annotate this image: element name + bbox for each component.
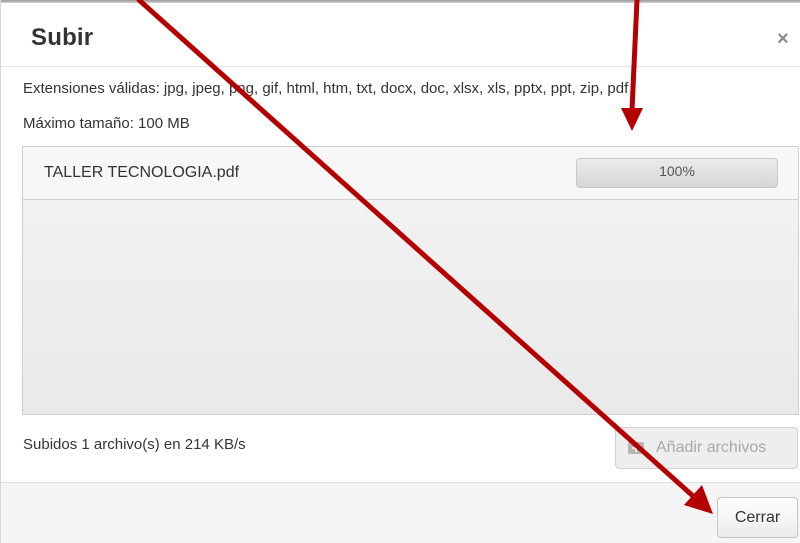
file-row: TALLER TECNOLOGIA.pdf 100% xyxy=(23,147,798,200)
upload-status-text: Subidos 1 archivo(s) en 214 KB/s xyxy=(23,436,246,453)
add-files-button[interactable]: Añadir archivos xyxy=(615,427,798,469)
valid-extensions-text: Extensiones válidas: jpg, jpeg, png, gif… xyxy=(23,80,629,97)
add-file-icon xyxy=(628,442,644,454)
upload-dialog: Subir × Extensiones válidas: jpg, jpeg, … xyxy=(0,0,800,543)
upload-progress-bar: 100% xyxy=(576,158,778,188)
progress-label: 100% xyxy=(659,163,695,179)
dialog-header: Subir × xyxy=(1,3,800,67)
upload-file-list: TALLER TECNOLOGIA.pdf 100% xyxy=(22,146,799,415)
dialog-footer: Cerrar xyxy=(1,482,800,543)
add-files-label: Añadir archivos xyxy=(656,439,767,456)
dialog-title: Subir xyxy=(31,24,94,51)
close-button[interactable]: Cerrar xyxy=(717,497,798,538)
close-icon[interactable]: × xyxy=(777,29,789,49)
annotation-arrow-head-1 xyxy=(621,108,643,131)
file-name: TALLER TECNOLOGIA.pdf xyxy=(44,164,240,181)
max-size-text: Máximo tamaño: 100 MB xyxy=(23,115,190,132)
